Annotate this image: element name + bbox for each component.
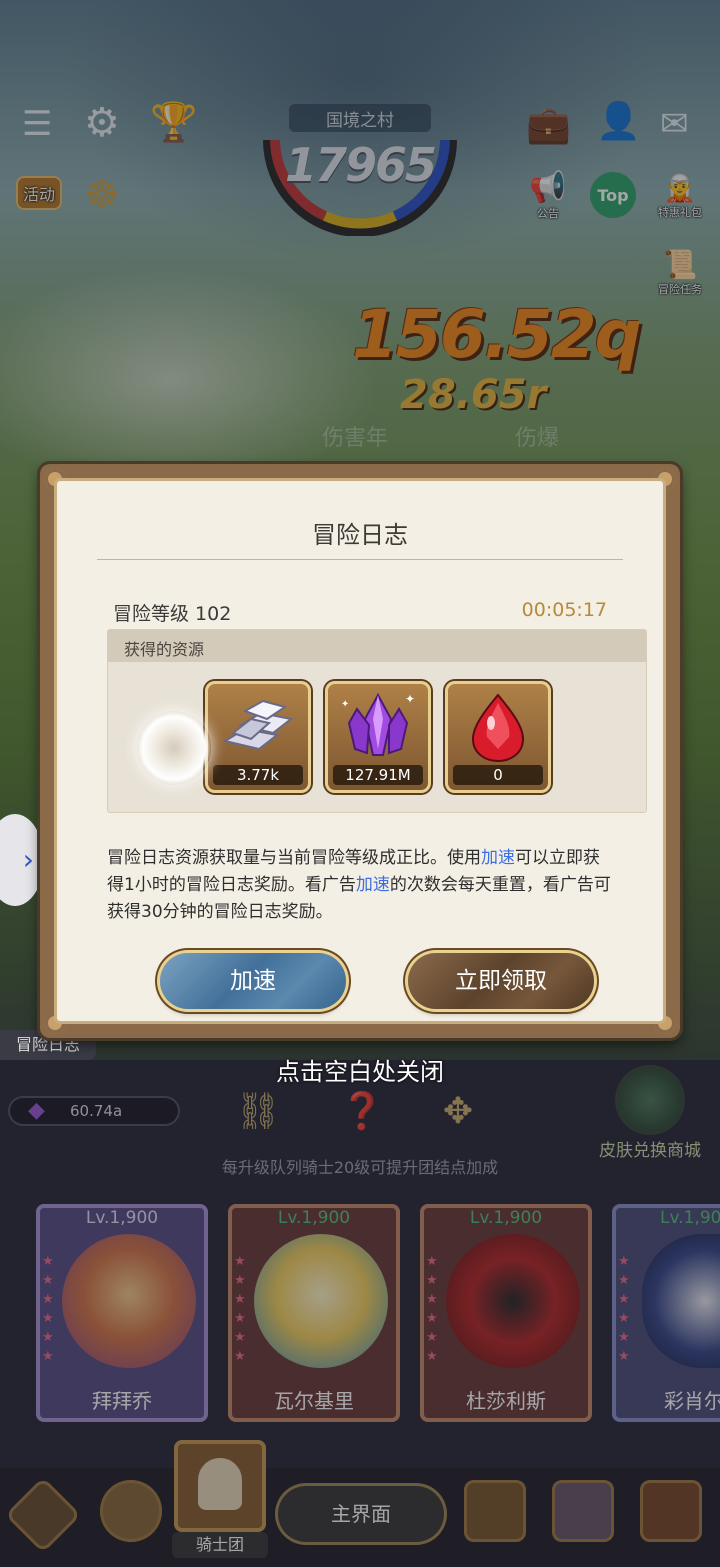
resources-title: 获得的资源: [124, 640, 205, 659]
elapsed-timer: 00:05:17: [521, 599, 607, 621]
dialog-description: 冒险日志资源获取量与当前冒险等级成正比。使用加速可以立即获得1小时的冒险日志奖励…: [107, 845, 615, 926]
dialog-title: 冒险日志: [312, 521, 408, 549]
title-divider: [97, 559, 623, 560]
resource-slot-silver[interactable]: 3.77k: [205, 681, 311, 793]
resource-count: 0: [453, 765, 543, 785]
close-hint: 点击空白处关闭: [276, 1058, 444, 1086]
speed-up-button[interactable]: 加速: [160, 953, 346, 1009]
adventure-log-dialog: 冒险日志 冒险等级 102 00:05:17 获得的资源 3.77k ✦ ✦ 1…: [40, 464, 680, 1038]
chevron-right-icon: ›: [22, 843, 34, 876]
purple-crystal-icon: ✦ ✦: [341, 692, 415, 756]
silver-ingot-icon: [222, 699, 294, 751]
svg-text:✦: ✦: [341, 699, 349, 710]
touch-indicator: [137, 711, 211, 785]
red-gem-icon: [471, 693, 525, 763]
desc-speed-link-2[interactable]: 加速: [356, 875, 390, 895]
svg-text:✦: ✦: [405, 692, 415, 706]
desc-text-1: 冒险日志资源获取量与当前冒险等级成正比。使用: [107, 848, 481, 868]
dialog-body: 冒险日志 冒险等级 102 00:05:17 获得的资源 3.77k ✦ ✦ 1…: [54, 478, 666, 1024]
resource-count: 3.77k: [213, 765, 303, 785]
resource-slot-ruby[interactable]: 0: [445, 681, 551, 793]
desc-speed-link-1[interactable]: 加速: [481, 848, 515, 868]
adventure-level: 冒险等级 102: [113, 603, 232, 625]
resource-count: 127.91M: [333, 765, 423, 785]
resources-header: 获得的资源: [108, 630, 646, 662]
resource-slot-crystal[interactable]: ✦ ✦ 127.91M: [325, 681, 431, 793]
claim-now-button[interactable]: 立即领取: [408, 953, 594, 1009]
